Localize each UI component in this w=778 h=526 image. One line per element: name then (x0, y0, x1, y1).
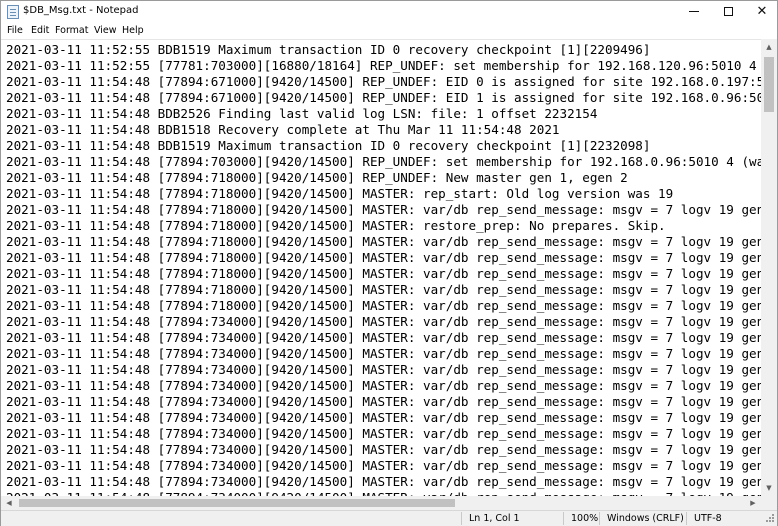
text-line[interactable]: 2021-03-11 11:54:48 [77894:718000][9420/… (6, 234, 761, 250)
text-line[interactable]: 2021-03-11 11:54:48 [77894:734000][9420/… (6, 410, 761, 426)
encoding: UTF-8 (694, 513, 722, 524)
status-divider (686, 512, 687, 525)
vertical-scroll-thumb[interactable] (764, 57, 774, 112)
close-button[interactable]: ✕ (745, 1, 778, 23)
scroll-left-arrow-icon[interactable]: ◀ (1, 496, 17, 510)
status-divider (563, 512, 564, 525)
menu-edit[interactable]: Edit (31, 25, 49, 36)
scroll-up-arrow-icon[interactable]: ▲ (761, 39, 777, 55)
scrollbar-corner (761, 496, 777, 510)
text-line[interactable]: 2021-03-11 11:54:48 [77894:734000][9420/… (6, 330, 761, 346)
menu-bar: File Edit Format View Help (1, 23, 777, 39)
text-line[interactable]: 2021-03-11 11:54:48 [77894:734000][9420/… (6, 426, 761, 442)
maximize-icon (723, 7, 733, 16)
text-line[interactable]: 2021-03-11 11:54:48 [77894:718000][9420/… (6, 250, 761, 266)
text-line[interactable]: 2021-03-11 11:54:48 BDB2526 Finding last… (6, 106, 597, 122)
text-line[interactable]: 2021-03-11 11:54:48 [77894:734000][9420/… (6, 362, 761, 378)
window-title: $DB_Msg.txt - Notepad (23, 5, 139, 16)
text-line[interactable]: 2021-03-11 11:54:48 [77894:671000][9420/… (6, 90, 761, 106)
text-editor[interactable]: 2021-03-11 11:52:55 BDB1519 Maximum tran… (1, 39, 761, 496)
resize-grip-icon[interactable] (765, 514, 774, 524)
text-line[interactable]: 2021-03-11 11:54:48 [77894:734000][9420/… (6, 378, 761, 394)
menu-format[interactable]: Format (55, 25, 88, 36)
text-line[interactable]: 2021-03-11 11:54:48 [77894:671000][9420/… (6, 74, 761, 90)
text-line[interactable]: 2021-03-11 11:54:48 [77894:718000][9420/… (6, 186, 673, 202)
cursor-position: Ln 1, Col 1 (469, 513, 520, 524)
text-line[interactable]: 2021-03-11 11:54:48 [77894:703000][9420/… (6, 154, 761, 170)
text-line[interactable]: 2021-03-11 11:54:48 [77894:718000][9420/… (6, 298, 761, 314)
close-icon: ✕ (756, 4, 768, 19)
minimize-icon (689, 11, 699, 12)
maximize-button[interactable] (711, 1, 745, 23)
zoom-level: 100% (571, 513, 599, 524)
menu-view[interactable]: View (94, 25, 117, 36)
vertical-scrollbar[interactable]: ▲ ▼ (761, 39, 777, 496)
menu-file[interactable]: File (7, 25, 23, 36)
line-ending: Windows (CRLF) (607, 513, 684, 524)
title-bar[interactable]: $DB_Msg.txt - Notepad ✕ (1, 1, 777, 23)
notepad-window: $DB_Msg.txt - Notepad ✕ File Edit Format… (0, 0, 778, 526)
text-line[interactable]: 2021-03-11 11:52:55 [77781:703000][16880… (6, 58, 761, 74)
text-line[interactable]: 2021-03-11 11:54:48 [77894:718000][9420/… (6, 282, 761, 298)
text-line[interactable]: 2021-03-11 11:54:48 [77894:734000][9420/… (6, 458, 761, 474)
text-line[interactable]: 2021-03-11 11:54:48 BDB1519 Maximum tran… (6, 138, 650, 154)
text-line[interactable]: 2021-03-11 11:54:48 [77894:718000][9420/… (6, 170, 628, 186)
text-line[interactable]: 2021-03-11 11:54:48 BDB1518 Recovery com… (6, 122, 560, 138)
scroll-right-arrow-icon[interactable]: ▶ (745, 496, 761, 510)
status-divider (599, 512, 600, 525)
notepad-icon[interactable] (7, 5, 19, 19)
status-bar: Ln 1, Col 1 100% Windows (CRLF) UTF-8 (1, 510, 777, 526)
text-line[interactable]: 2021-03-11 11:54:48 [77894:734000][9420/… (6, 442, 761, 458)
scroll-down-arrow-icon[interactable]: ▼ (761, 480, 777, 496)
menu-help[interactable]: Help (122, 25, 144, 36)
text-line[interactable]: 2021-03-11 11:54:48 [77894:718000][9420/… (6, 202, 761, 218)
text-line[interactable]: 2021-03-11 11:54:48 [77894:734000][9420/… (6, 394, 761, 410)
text-line[interactable]: 2021-03-11 11:54:48 [77894:718000][9420/… (6, 218, 666, 234)
text-line[interactable]: 2021-03-11 11:54:48 [77894:734000][9420/… (6, 314, 761, 330)
text-line[interactable]: 2021-03-11 11:52:55 BDB1519 Maximum tran… (6, 42, 650, 58)
text-line[interactable]: 2021-03-11 11:54:48 [77894:718000][9420/… (6, 266, 761, 282)
status-divider (461, 512, 462, 525)
minimize-button[interactable] (677, 1, 711, 23)
horizontal-scroll-thumb[interactable] (19, 499, 455, 507)
text-line[interactable]: 2021-03-11 11:54:48 [77894:734000][9420/… (6, 346, 761, 362)
horizontal-scrollbar[interactable]: ◀ ▶ (1, 496, 761, 510)
text-line[interactable]: 2021-03-11 11:54:48 [77894:734000][9420/… (6, 474, 761, 490)
